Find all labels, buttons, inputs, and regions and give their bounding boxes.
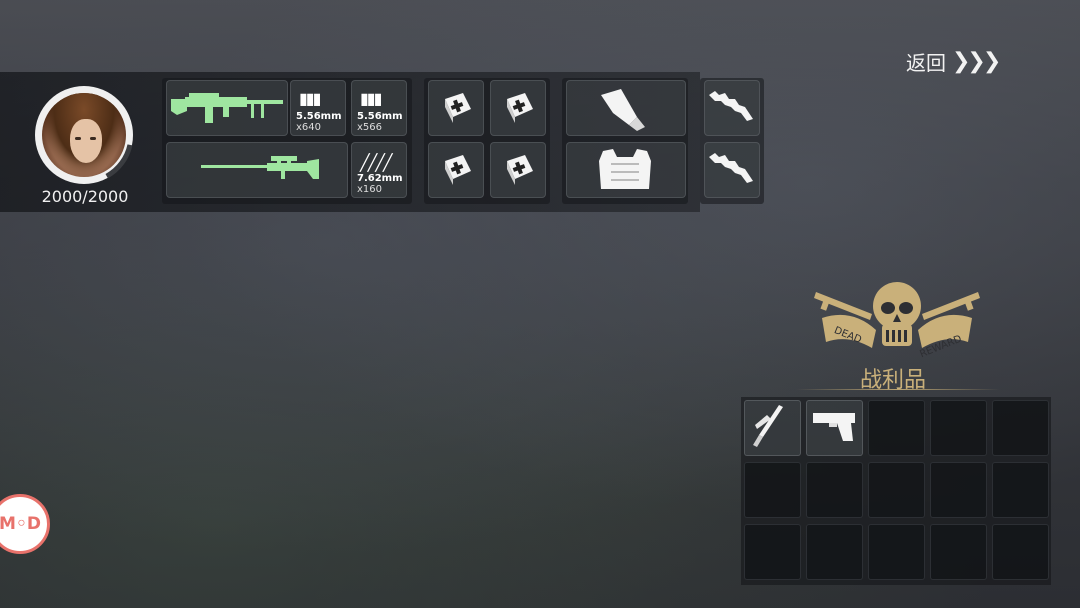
medkit-slot[interactable] <box>428 80 484 136</box>
primary-weapon-slot[interactable] <box>166 80 288 136</box>
loot-slot[interactable] <box>930 400 987 456</box>
secondary-weapon-slot[interactable] <box>166 142 348 198</box>
loot-slot[interactable] <box>930 462 987 518</box>
loot-slot[interactable] <box>868 462 925 518</box>
medkit-slot[interactable] <box>490 80 546 136</box>
tool-slot[interactable] <box>566 80 686 136</box>
loot-slot[interactable] <box>868 400 925 456</box>
flashlight-icon <box>601 89 645 131</box>
loot-divider <box>796 389 1000 390</box>
medkit-slot[interactable] <box>428 142 484 198</box>
loot-slot[interactable] <box>992 524 1049 580</box>
avatar <box>42 93 126 177</box>
ammo-slot[interactable]: ╱╱╱╱ 7.62mm x160 <box>351 142 407 198</box>
ammo-count: x160 <box>357 184 383 195</box>
loot-slot[interactable] <box>744 400 801 456</box>
ammo-caliber: 7.62mm <box>357 173 403 184</box>
hp-text: 2000/2000 <box>41 187 129 206</box>
medkit-icon <box>445 93 471 123</box>
ammo-count: x566 <box>357 122 383 133</box>
loot-grid <box>741 397 1051 585</box>
medkit-icon <box>445 155 471 185</box>
loot-slot[interactable] <box>744 462 801 518</box>
bullets-icon: ▮▮▮ <box>360 89 382 108</box>
dead-reward-skull-emblem: DEAD REWARD <box>814 282 980 360</box>
avatar-frame[interactable] <box>35 86 133 184</box>
ammo-caliber: 5.56mm <box>296 111 342 122</box>
mod-badge[interactable]: M◦D <box>0 494 50 554</box>
sniper-rifle-icon <box>201 156 319 179</box>
bullets-icon: ╱╱╱╱ <box>360 153 393 172</box>
bullets-icon: ▮▮▮ <box>299 89 321 108</box>
machine-gun-icon <box>171 93 283 123</box>
back-label: 返回 <box>906 51 946 75</box>
knife-icon <box>753 405 783 447</box>
medkit-icon <box>507 93 533 123</box>
jagged-blade-icon <box>709 153 753 183</box>
back-button[interactable]: 返回 ❯❯❯ <box>906 47 1001 76</box>
loot-slot[interactable] <box>992 462 1049 518</box>
ammo-caliber: 5.56mm <box>357 111 403 122</box>
chevrons-right-icon: ❯❯❯ <box>952 49 1001 74</box>
loot-slot[interactable] <box>806 524 863 580</box>
inventory-bar: 2000/2000 ▮▮▮ 5.56mm x640 ▮▮▮ 5.56mm x56… <box>0 72 764 212</box>
loot-slot[interactable] <box>992 400 1049 456</box>
medkit-icon <box>507 155 533 185</box>
loot-slot[interactable] <box>868 524 925 580</box>
loot-slot[interactable] <box>930 524 987 580</box>
mod-badge-label: M◦D <box>0 514 41 534</box>
armor-slot[interactable] <box>566 142 686 198</box>
melee-slot[interactable] <box>704 80 760 136</box>
ammo-count: x640 <box>296 122 322 133</box>
jagged-blade-icon <box>709 91 753 121</box>
loot-slot[interactable] <box>744 524 801 580</box>
body-armor-icon <box>599 149 651 189</box>
loot-slot[interactable] <box>806 462 863 518</box>
medkit-slot[interactable] <box>490 142 546 198</box>
melee-slot[interactable] <box>704 142 760 198</box>
ammo-slot[interactable]: ▮▮▮ 5.56mm x566 <box>351 80 407 136</box>
pistol-icon <box>813 413 855 441</box>
ammo-slot[interactable]: ▮▮▮ 5.56mm x640 <box>290 80 346 136</box>
loot-slot[interactable] <box>806 400 863 456</box>
